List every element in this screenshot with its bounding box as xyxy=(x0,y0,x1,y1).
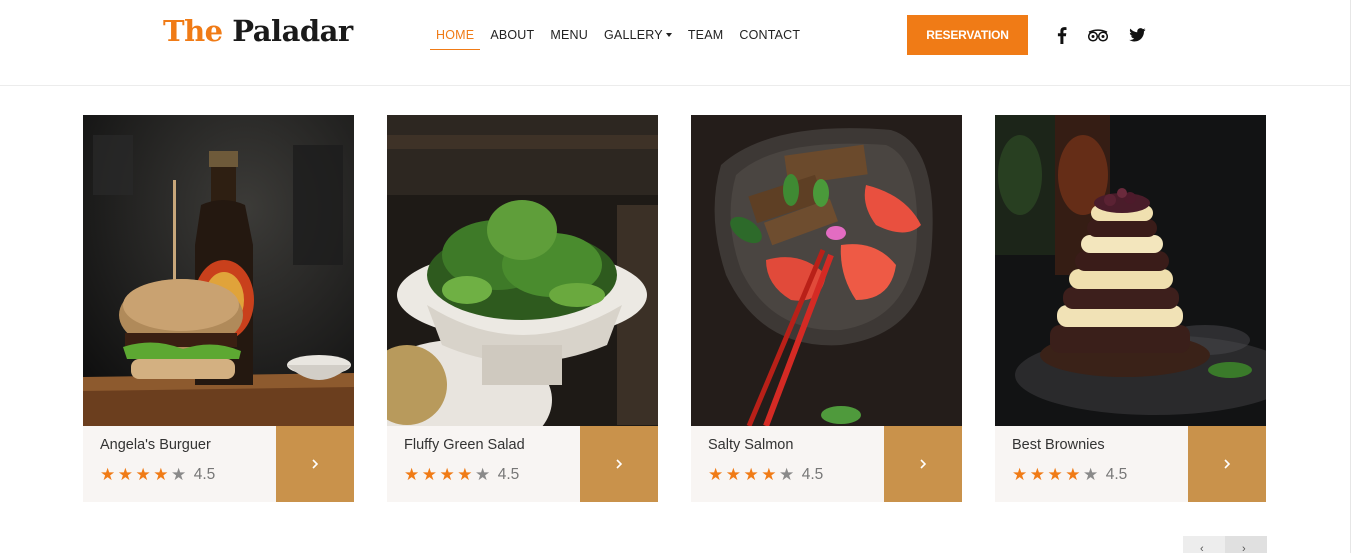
dish-details-button[interactable] xyxy=(580,426,658,502)
dish-rating: ★ ★ ★ ★ ★ 4.5 xyxy=(100,466,215,484)
dish-card: Angela's Burguer ★ ★ ★ ★ ★ 4.5 xyxy=(83,115,354,502)
rating-value: 4.5 xyxy=(1105,466,1128,483)
dish-card: Fluffy Green Salad ★ ★ ★ ★ ★ 4.5 xyxy=(387,115,658,502)
dish-info: Angela's Burguer ★ ★ ★ ★ ★ 4.5 xyxy=(83,426,276,502)
facebook-icon[interactable] xyxy=(1051,24,1073,46)
rating-value: 4.5 xyxy=(801,466,824,483)
dish-name: Angela's Burguer xyxy=(100,437,211,453)
star-icon: ★ xyxy=(457,465,473,485)
nav-menu[interactable]: MENU xyxy=(542,0,596,50)
main-nav: HOME ABOUT MENU GALLERY TEAM CONTACT xyxy=(428,0,808,86)
star-icon: ★ xyxy=(1083,465,1099,485)
star-icon: ★ xyxy=(439,465,455,485)
carousel-next-button[interactable]: › xyxy=(1225,536,1267,553)
dish-card: Salty Salmon ★ ★ ★ ★ ★ 4.5 xyxy=(691,115,962,502)
star-icon: ★ xyxy=(404,465,420,485)
site-header: The Paladar HOME ABOUT MENU GALLERY TEAM… xyxy=(0,0,1351,86)
nav-team[interactable]: TEAM xyxy=(680,0,732,50)
nav-gallery-label: GALLERY xyxy=(603,28,663,42)
dish-name: Best Brownies xyxy=(1012,437,1105,453)
star-icon: ★ xyxy=(475,465,491,485)
twitter-icon[interactable] xyxy=(1126,24,1148,46)
reservation-button[interactable]: RESERVATION xyxy=(907,15,1028,55)
dish-rating: ★ ★ ★ ★ ★ 4.5 xyxy=(708,466,823,484)
star-icon: ★ xyxy=(1012,465,1028,485)
star-icon: ★ xyxy=(1047,465,1063,485)
carousel-prev-button[interactable]: ‹ xyxy=(1183,536,1225,553)
nav-gallery[interactable]: GALLERY xyxy=(596,0,680,50)
chevron-right-icon xyxy=(616,459,623,469)
dish-name: Salty Salmon xyxy=(708,437,794,453)
dish-photo-salmon[interactable] xyxy=(691,115,962,426)
dish-card: Best Brownies ★ ★ ★ ★ ★ 4.5 xyxy=(995,115,1266,502)
dish-details-button[interactable] xyxy=(884,426,962,502)
star-icon: ★ xyxy=(761,465,777,485)
nav-home[interactable]: HOME xyxy=(428,0,482,50)
dish-rating: ★ ★ ★ ★ ★ 4.5 xyxy=(404,466,519,484)
star-icon: ★ xyxy=(153,465,169,485)
chevron-left-icon: ‹ xyxy=(1200,543,1204,553)
logo-part-1: The xyxy=(163,14,223,48)
star-icon: ★ xyxy=(117,465,133,485)
chevron-right-icon: › xyxy=(1242,543,1246,553)
nav-about[interactable]: ABOUT xyxy=(482,0,542,50)
star-icon: ★ xyxy=(1065,465,1081,485)
star-icon: ★ xyxy=(743,465,759,485)
tripadvisor-icon[interactable] xyxy=(1087,24,1109,46)
star-icon: ★ xyxy=(779,465,795,485)
star-icon: ★ xyxy=(708,465,724,485)
dish-photo-brownies[interactable] xyxy=(995,115,1266,426)
logo[interactable]: The Paladar xyxy=(163,14,353,48)
logo-part-2: Paladar xyxy=(232,14,353,48)
chevron-right-icon xyxy=(312,459,319,469)
star-icon: ★ xyxy=(725,465,741,485)
nav-contact[interactable]: CONTACT xyxy=(731,0,808,50)
star-icon: ★ xyxy=(135,465,151,485)
star-icon: ★ xyxy=(171,465,187,485)
dish-info: Best Brownies ★ ★ ★ ★ ★ 4.5 xyxy=(995,426,1188,502)
chevron-right-icon xyxy=(1224,459,1231,469)
dish-details-button[interactable] xyxy=(276,426,354,502)
star-icon: ★ xyxy=(1029,465,1045,485)
dish-rating: ★ ★ ★ ★ ★ 4.5 xyxy=(1012,466,1127,484)
dish-name: Fluffy Green Salad xyxy=(404,437,525,453)
chevron-right-icon xyxy=(920,459,927,469)
rating-value: 4.5 xyxy=(193,466,216,483)
dish-photo-salad[interactable] xyxy=(387,115,658,426)
dish-details-button[interactable] xyxy=(1188,426,1266,502)
dish-info: Fluffy Green Salad ★ ★ ★ ★ ★ 4.5 xyxy=(387,426,580,502)
dish-photo-burger[interactable] xyxy=(83,115,354,426)
dish-info: Salty Salmon ★ ★ ★ ★ ★ 4.5 xyxy=(691,426,884,502)
star-icon: ★ xyxy=(421,465,437,485)
star-icon: ★ xyxy=(100,465,116,485)
caret-down-icon xyxy=(665,32,672,37)
rating-value: 4.5 xyxy=(497,466,520,483)
